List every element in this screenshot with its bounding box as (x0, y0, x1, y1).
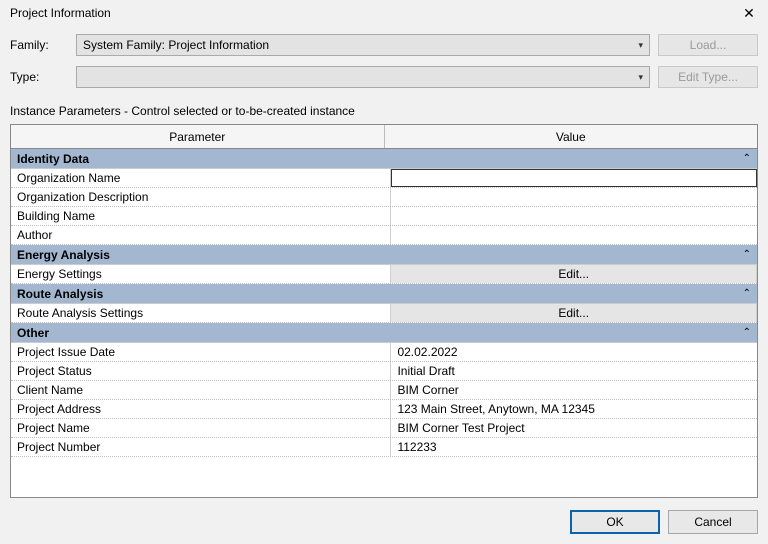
dialog-title: Project Information (10, 6, 111, 20)
param-name: Project Number (11, 438, 391, 456)
table-row: Project Number 112233 (11, 438, 757, 457)
collapse-icon: ⌃ (743, 327, 751, 338)
table-row: Project Status Initial Draft (11, 362, 757, 381)
table-row: Organization Name (11, 169, 757, 188)
table-row: Organization Description (11, 188, 757, 207)
table-row: Project Address 123 Main Street, Anytown… (11, 400, 757, 419)
collapse-icon: ⌃ (743, 153, 751, 164)
chevron-down-icon: ▾ (638, 40, 643, 51)
collapse-icon: ⌃ (743, 288, 751, 299)
param-name: Project Address (11, 400, 391, 418)
group-title: Route Analysis (17, 287, 103, 301)
route-edit-button[interactable]: Edit... (391, 304, 757, 322)
address-input[interactable]: 123 Main Street, Anytown, MA 12345 (391, 400, 757, 418)
col-parameter: Parameter (11, 125, 385, 148)
group-identity-data[interactable]: Identity Data ⌃ (11, 149, 757, 169)
type-dropdown[interactable]: ▾ (76, 66, 650, 88)
table-header: Parameter Value (11, 125, 757, 149)
parameters-table: Parameter Value Identity Data ⌃ Organiza… (10, 124, 758, 498)
project-name-input[interactable]: BIM Corner Test Project (391, 419, 757, 437)
org-desc-input[interactable] (391, 188, 757, 206)
org-name-input[interactable] (391, 169, 757, 187)
param-name: Project Status (11, 362, 391, 380)
close-icon[interactable]: ✕ (740, 5, 758, 22)
instance-parameters-label: Instance Parameters - Control selected o… (10, 104, 758, 118)
param-name: Author (11, 226, 391, 244)
load-button: Load... (658, 34, 758, 56)
status-input[interactable]: Initial Draft (391, 362, 757, 380)
group-title: Other (17, 326, 49, 340)
table-empty-space (11, 457, 757, 497)
param-name: Building Name (11, 207, 391, 225)
table-row: Route Analysis Settings Edit... (11, 304, 757, 323)
group-title: Identity Data (17, 152, 89, 166)
dialog-footer: OK Cancel (10, 498, 758, 544)
group-route-analysis[interactable]: Route Analysis ⌃ (11, 284, 757, 304)
family-dropdown[interactable]: System Family: Project Information ▾ (76, 34, 650, 56)
group-energy-analysis[interactable]: Energy Analysis ⌃ (11, 245, 757, 265)
col-value: Value (385, 125, 758, 148)
type-row: Type: ▾ Edit Type... (10, 66, 758, 88)
table-row: Project Name BIM Corner Test Project (11, 419, 757, 438)
param-name: Client Name (11, 381, 391, 399)
table-row: Energy Settings Edit... (11, 265, 757, 284)
param-name: Organization Description (11, 188, 391, 206)
family-label: Family: (10, 38, 68, 52)
energy-edit-button[interactable]: Edit... (391, 265, 757, 283)
family-value: System Family: Project Information (83, 38, 269, 52)
cancel-button[interactable]: Cancel (668, 510, 758, 534)
table-row: Author (11, 226, 757, 245)
project-info-dialog: Project Information ✕ Family: System Fam… (0, 0, 768, 544)
type-label: Type: (10, 70, 68, 84)
param-name: Organization Name (11, 169, 391, 187)
edit-type-button: Edit Type... (658, 66, 758, 88)
project-number-input[interactable]: 112233 (391, 438, 757, 456)
chevron-down-icon: ▾ (638, 72, 643, 83)
building-name-input[interactable] (391, 207, 757, 225)
ok-button[interactable]: OK (570, 510, 660, 534)
group-other[interactable]: Other ⌃ (11, 323, 757, 343)
author-input[interactable] (391, 226, 757, 244)
client-input[interactable]: BIM Corner (391, 381, 757, 399)
param-name: Route Analysis Settings (11, 304, 391, 322)
group-title: Energy Analysis (17, 248, 110, 262)
titlebar: Project Information ✕ (10, 0, 758, 24)
table-row: Client Name BIM Corner (11, 381, 757, 400)
issue-date-input[interactable]: 02.02.2022 (391, 343, 757, 361)
family-row: Family: System Family: Project Informati… (10, 34, 758, 56)
param-name: Project Name (11, 419, 391, 437)
param-name: Project Issue Date (11, 343, 391, 361)
table-row: Project Issue Date 02.02.2022 (11, 343, 757, 362)
collapse-icon: ⌃ (743, 249, 751, 260)
table-row: Building Name (11, 207, 757, 226)
param-name: Energy Settings (11, 265, 391, 283)
